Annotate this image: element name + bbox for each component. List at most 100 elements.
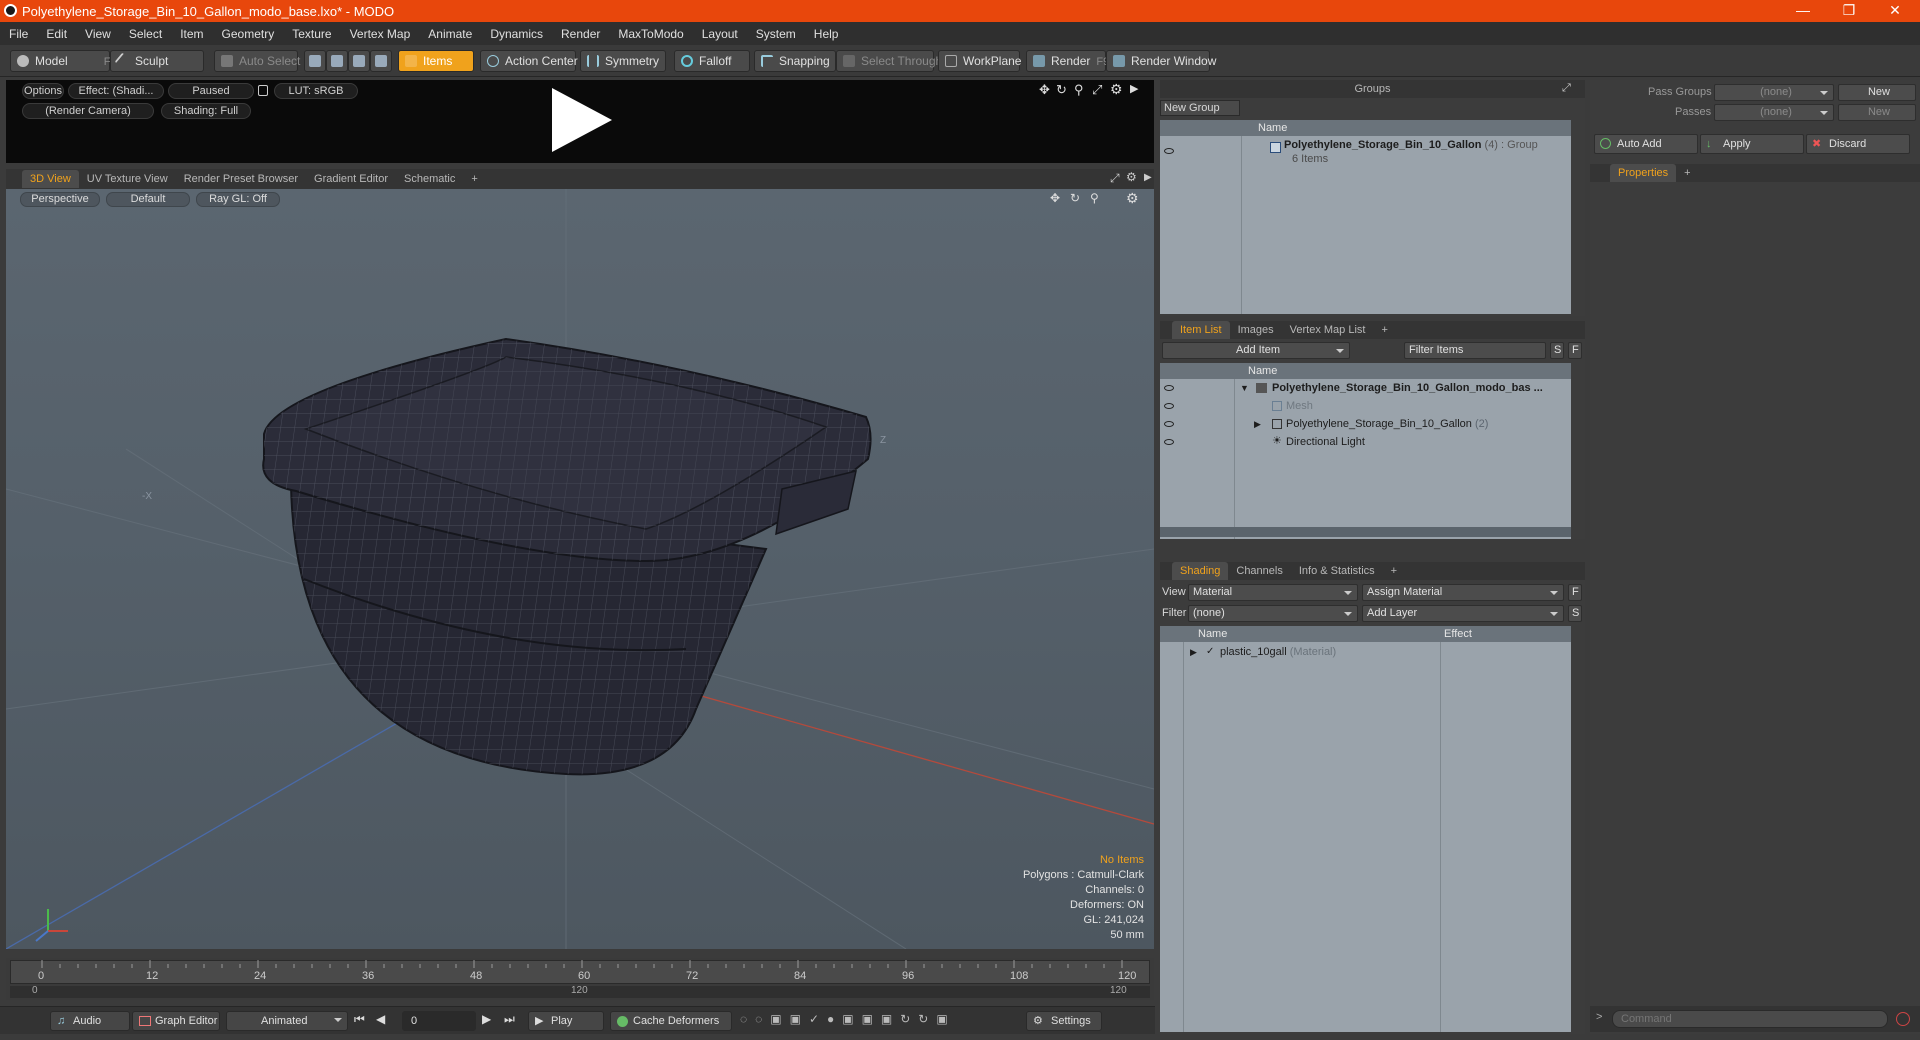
- gear-icon[interactable]: ⚙: [1126, 190, 1139, 207]
- s-button[interactable]: S: [1568, 605, 1582, 622]
- key-tools-icons[interactable]: ◌◌▣▣✓●▣▣▣↻↻▣: [740, 1012, 956, 1026]
- default-dropdown[interactable]: Default: [106, 192, 190, 207]
- lock-icon[interactable]: [258, 85, 268, 96]
- visibility-eye-icon[interactable]: [1164, 421, 1174, 427]
- menu-file[interactable]: File: [0, 27, 37, 41]
- raygl-dropdown[interactable]: Ray GL: Off: [196, 192, 280, 207]
- assign-material-dropdown[interactable]: Assign Material: [1362, 584, 1564, 601]
- menu-select[interactable]: Select: [120, 27, 171, 41]
- expand-arrow-icon[interactable]: ▶: [1190, 643, 1197, 661]
- previous-frame-icon[interactable]: ◀: [376, 1012, 385, 1026]
- visibility-eye-icon[interactable]: [1164, 439, 1174, 445]
- edges-mode-button[interactable]: [326, 50, 348, 72]
- filter-dropdown[interactable]: (none): [1188, 605, 1358, 622]
- falloff-button[interactable]: Falloff: [674, 50, 750, 72]
- timeline[interactable]: 0 12 24 36 48 60 72 84 96 108 120 0 120 120: [6, 958, 1154, 1000]
- add-item-dropdown[interactable]: Add Item: [1162, 342, 1350, 359]
- gear-icon[interactable]: ⚙: [1110, 81, 1123, 98]
- menu-geometry[interactable]: Geometry: [213, 27, 284, 41]
- symmetry-button[interactable]: Symmetry: [580, 50, 666, 72]
- animated-dropdown[interactable]: Animated: [226, 1011, 348, 1031]
- menu-dynamics[interactable]: Dynamics: [481, 27, 552, 41]
- stop-icon[interactable]: [1896, 1012, 1910, 1026]
- frame-input[interactable]: 0: [402, 1011, 476, 1031]
- gear-icon[interactable]: ⚙: [1126, 170, 1137, 184]
- tab-3d-view[interactable]: 3D View: [22, 170, 79, 188]
- filter-button[interactable]: F: [1568, 342, 1582, 359]
- pass-groups-dropdown[interactable]: (none): [1714, 84, 1834, 101]
- options-button[interactable]: Options: [22, 83, 64, 99]
- menu-maxtomodo[interactable]: MaxToModo: [609, 27, 692, 41]
- paused-button[interactable]: Paused: [168, 83, 254, 99]
- 3d-viewport[interactable]: -X Z Perspective Default Ray GL: Off ✥ ↻…: [6, 189, 1154, 949]
- menu-system[interactable]: System: [747, 27, 805, 41]
- add-layer-dropdown[interactable]: Add Layer: [1362, 605, 1564, 622]
- maximize-icon[interactable]: ⤢: [1092, 82, 1102, 98]
- tab-channels[interactable]: Channels: [1228, 562, 1290, 580]
- workplane-button[interactable]: WorkPlane: [938, 50, 1021, 72]
- visibility-eye-icon[interactable]: [1164, 148, 1174, 154]
- maximize-icon[interactable]: ⤢: [1562, 82, 1571, 95]
- model-button[interactable]: ModelF2: [10, 50, 117, 72]
- collapse-arrow-icon[interactable]: ▼: [1240, 379, 1249, 397]
- minimize-icon[interactable]: —: [1780, 0, 1826, 22]
- next-frame-icon[interactable]: ▶: [482, 1012, 491, 1026]
- menu-layout[interactable]: Layout: [693, 27, 747, 41]
- discard-button[interactable]: ✖ Discard: [1806, 134, 1910, 154]
- polygons-mode-button[interactable]: [348, 50, 370, 72]
- visibility-eye-icon[interactable]: [1164, 385, 1174, 391]
- items-mode-button[interactable]: Items: [398, 50, 474, 72]
- item-row[interactable]: ☀ Directional Light: [1160, 433, 1571, 451]
- tab-uv-texture-view[interactable]: UV Texture View: [79, 170, 176, 188]
- audio-button[interactable]: ♫ Audio: [50, 1011, 130, 1031]
- horizontal-scrollbar[interactable]: [1160, 527, 1571, 537]
- restore-icon[interactable]: ❐: [1826, 0, 1872, 22]
- item-row[interactable]: ▼ Polyethylene_Storage_Bin_10_Gallon_mod…: [1160, 379, 1571, 397]
- lut-dropdown[interactable]: LUT: sRGB: [274, 83, 358, 99]
- tab-images[interactable]: Images: [1230, 321, 1282, 339]
- menu-vertex-map[interactable]: Vertex Map: [341, 27, 420, 41]
- add-tab-icon[interactable]: +: [1373, 321, 1395, 339]
- action-center-button[interactable]: Action Center: [480, 50, 578, 72]
- tab-item-list[interactable]: Item List: [1172, 321, 1230, 339]
- shading-dropdown[interactable]: Shading: Full: [161, 103, 251, 119]
- shader-tree[interactable]: Name Effect ▶ ✓ plastic_10gall (Material…: [1160, 626, 1571, 1032]
- zoom-icon[interactable]: ⚲: [1090, 191, 1099, 205]
- expand-arrow-icon[interactable]: ▶: [1144, 172, 1152, 183]
- snapping-button[interactable]: Snapping: [754, 50, 836, 72]
- item-list[interactable]: Name ▼ Polyethylene_Storage_Bin_10_Gallo…: [1160, 363, 1571, 539]
- view-dropdown[interactable]: Material: [1188, 584, 1358, 601]
- apply-button[interactable]: ↓ Apply: [1700, 134, 1804, 154]
- command-input[interactable]: [1612, 1010, 1888, 1028]
- tab-properties[interactable]: Properties: [1610, 164, 1677, 182]
- play-icon[interactable]: [546, 85, 616, 155]
- tab-info-statistics[interactable]: Info & Statistics: [1291, 562, 1383, 580]
- visibility-eye-icon[interactable]: [1164, 403, 1174, 409]
- tab-shading[interactable]: Shading: [1172, 562, 1229, 580]
- group-row[interactable]: Polyethylene_Storage_Bin_10_Gallon (4) :…: [1284, 139, 1538, 151]
- rotate-icon[interactable]: ↻: [1070, 191, 1080, 205]
- select-through-button[interactable]: Select Through: [836, 50, 942, 72]
- menu-animate[interactable]: Animate: [419, 27, 481, 41]
- menu-edit[interactable]: Edit: [37, 27, 76, 41]
- expand-arrow-icon[interactable]: ▶: [1130, 82, 1138, 95]
- groups-list[interactable]: Name Polyethylene_Storage_Bin_10_Gallon …: [1160, 120, 1571, 314]
- move-icon[interactable]: ✥: [1050, 191, 1060, 205]
- maximize-icon[interactable]: ⤢: [1110, 171, 1120, 186]
- add-tab-icon[interactable]: +: [1383, 562, 1405, 580]
- auto-add-button[interactable]: Auto Add: [1594, 134, 1698, 154]
- menu-item[interactable]: Item: [171, 27, 212, 41]
- graph-editor-button[interactable]: Graph Editor: [132, 1011, 220, 1031]
- auto-select-button[interactable]: Auto Select: [214, 50, 300, 72]
- settings-button[interactable]: ⚙ Settings: [1026, 1011, 1102, 1031]
- close-icon[interactable]: ✕: [1872, 0, 1918, 22]
- tab-render-preset-browser[interactable]: Render Preset Browser: [176, 170, 306, 188]
- tab-schematic[interactable]: Schematic: [396, 170, 463, 188]
- tab-vertex-map-list[interactable]: Vertex Map List: [1282, 321, 1374, 339]
- item-row[interactable]: ▶ Polyethylene_Storage_Bin_10_Gallon (2): [1160, 415, 1571, 433]
- material-row[interactable]: ▶ ✓ plastic_10gall (Material): [1160, 643, 1571, 661]
- new-pass-group-button[interactable]: New: [1838, 84, 1916, 101]
- new-pass-button[interactable]: New: [1838, 104, 1916, 121]
- materials-mode-button[interactable]: [370, 50, 392, 72]
- rotate-icon[interactable]: ↻: [1056, 82, 1067, 98]
